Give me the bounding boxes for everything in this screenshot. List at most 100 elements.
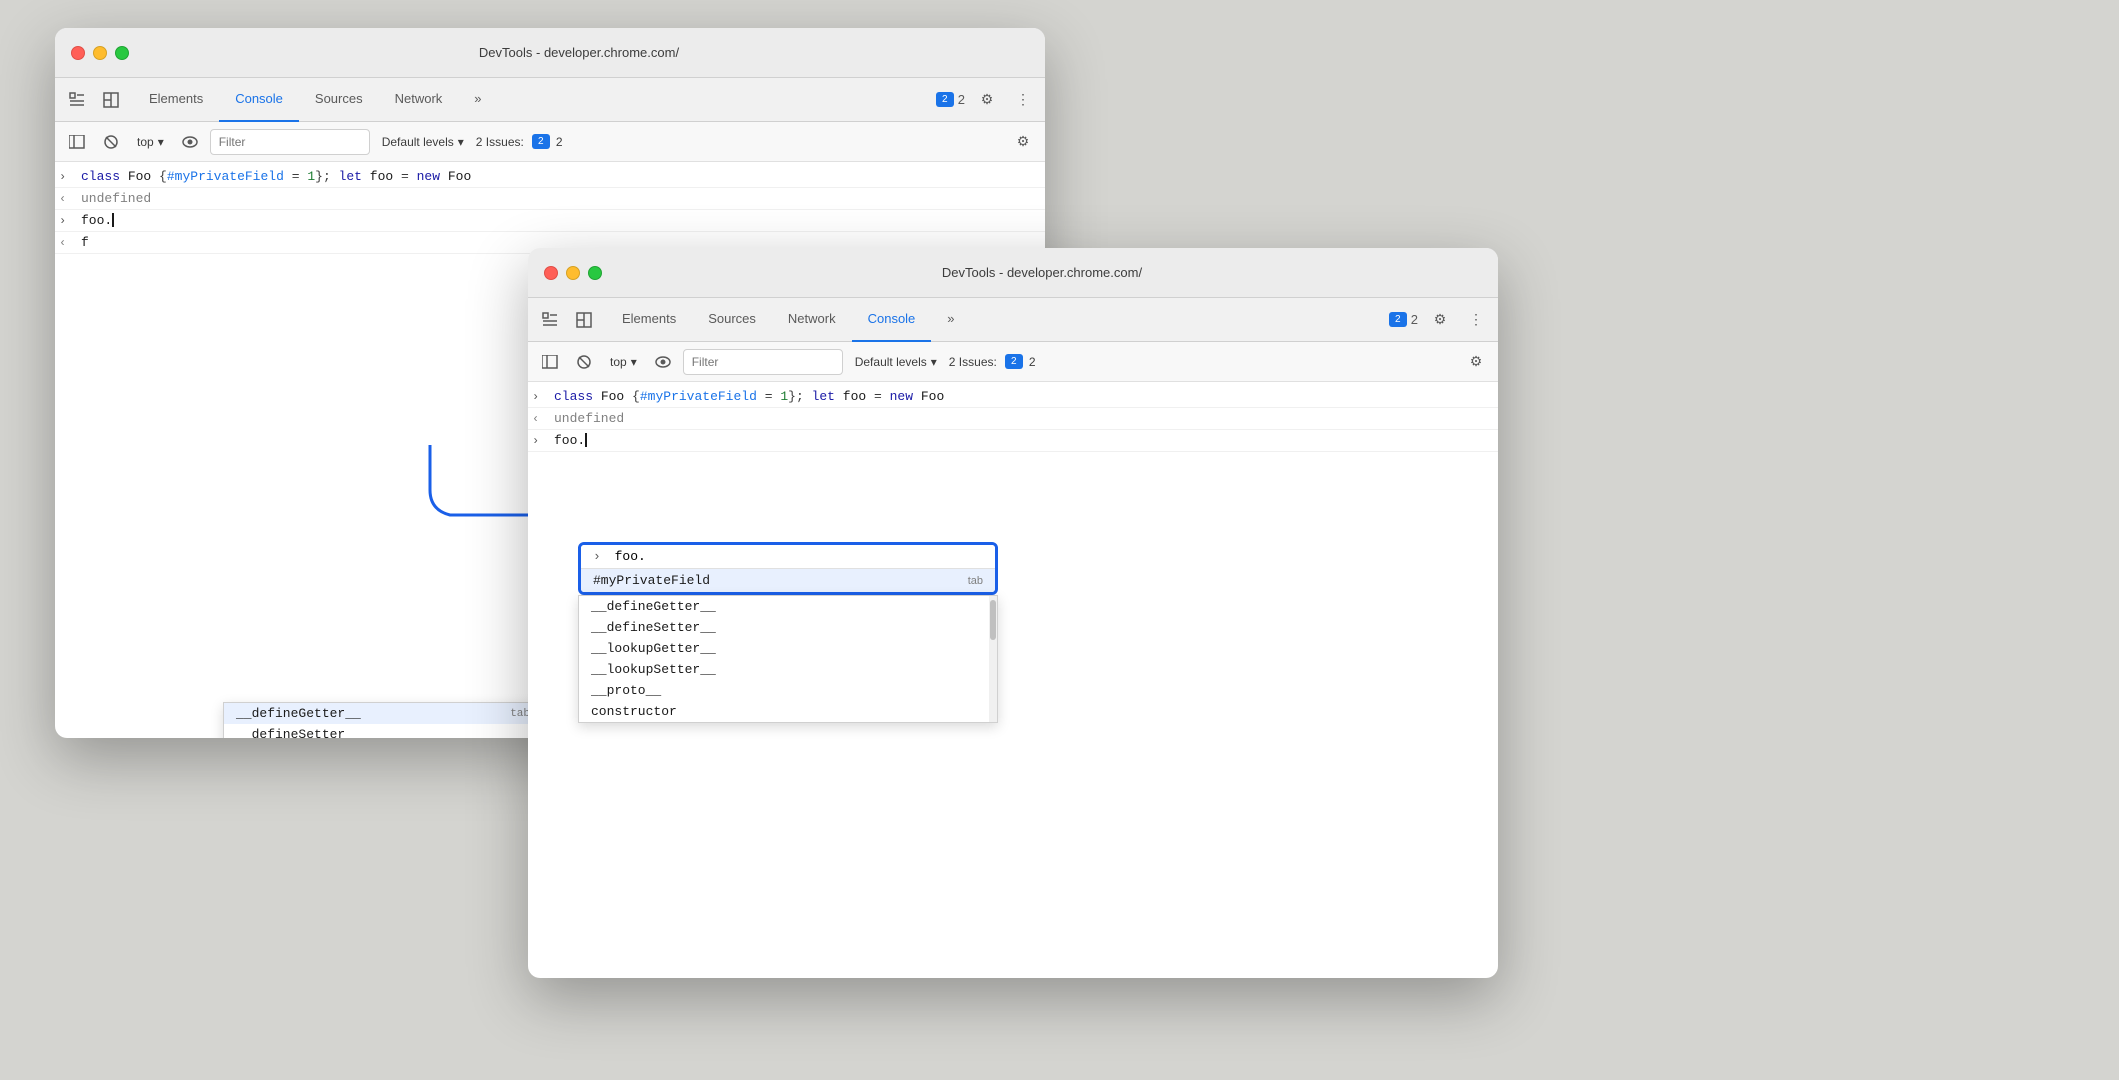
issues-badge-icon-1: 2 xyxy=(936,92,954,107)
titlebar-1: DevTools - developer.chrome.com/ xyxy=(55,28,1045,78)
console-line-w2-3: › foo. xyxy=(528,430,1498,452)
maximize-button-2[interactable] xyxy=(588,266,602,280)
issues-count-badge-1: 2 xyxy=(532,134,550,149)
ac2-item-3[interactable]: __lookupSetter__ xyxy=(579,659,997,680)
context-selector-2[interactable]: top ▾ xyxy=(604,352,643,372)
tab-network-1[interactable]: Network xyxy=(379,78,459,122)
code-text-1: class Foo {#myPrivateField = 1}; let foo… xyxy=(81,169,471,184)
default-levels-btn-2[interactable]: Default levels ▾ xyxy=(849,352,943,372)
code-text-w2-3: foo. xyxy=(554,433,587,448)
foo-dot-text: foo. xyxy=(615,549,646,564)
ac2-item-1[interactable]: __defineSetter__ xyxy=(579,617,997,638)
titlebar-2: DevTools - developer.chrome.com/ xyxy=(528,248,1498,298)
sidebar-toggle-btn-1[interactable] xyxy=(63,128,91,156)
window-title-1: DevTools - developer.chrome.com/ xyxy=(129,45,1029,60)
console-settings-btn-1[interactable]: ⚙ xyxy=(1009,128,1037,156)
tab-hint-private: tab xyxy=(968,575,983,587)
clear-console-btn-1[interactable] xyxy=(97,128,125,156)
foo-input-line[interactable]: › foo. xyxy=(581,545,995,569)
filter-input-2[interactable] xyxy=(683,349,843,375)
line-prefix-w2-2: ‹ xyxy=(532,411,548,426)
autocomplete-private-field[interactable]: #myPrivateField tab xyxy=(581,569,995,592)
layout-icon-2[interactable] xyxy=(570,306,598,334)
output-undefined-1: undefined xyxy=(81,191,151,206)
tab-bar-1: Elements Console Sources Network » 2 2 ⚙… xyxy=(55,78,1045,122)
window-title-2: DevTools - developer.chrome.com/ xyxy=(602,265,1482,280)
tab-more-1[interactable]: » xyxy=(458,78,497,122)
traffic-lights-2 xyxy=(544,266,602,280)
ac2-item-0[interactable]: __defineGetter__ xyxy=(579,596,997,617)
autocomplete-item-0[interactable]: __defineGetter__ tab xyxy=(224,703,542,724)
devtools-window-2: DevTools - developer.chrome.com/ Element… xyxy=(528,248,1498,978)
filter-input-1[interactable] xyxy=(210,129,370,155)
eye-btn-1[interactable] xyxy=(176,128,204,156)
line-prefix-w2-1: › xyxy=(532,389,548,404)
maximize-button-1[interactable] xyxy=(115,46,129,60)
line-prefix-3: › xyxy=(59,213,75,228)
line-prefix-w2-3: › xyxy=(532,433,548,448)
highlighted-autocomplete-2: › foo. #myPrivateField tab xyxy=(578,542,998,595)
sidebar-toggle-btn-2[interactable] xyxy=(536,348,564,376)
selector-icon-2[interactable] xyxy=(536,306,564,334)
console-toolbar-2: top ▾ Default levels ▾ 2 Issues: 2 2 ⚙ xyxy=(528,342,1498,382)
layout-icon[interactable] xyxy=(97,86,125,114)
autocomplete-rest-2[interactable]: __defineGetter__ __defineSetter__ __look… xyxy=(578,595,998,723)
console-line-w2-1: › class Foo {#myPrivateField = 1}; let f… xyxy=(528,386,1498,408)
autocomplete-scrollbar-2[interactable] xyxy=(989,596,997,722)
code-text-3: foo. xyxy=(81,213,114,228)
tab-elements-1[interactable]: Elements xyxy=(133,78,219,122)
context-selector-1[interactable]: top ▾ xyxy=(131,132,170,152)
minimize-button-1[interactable] xyxy=(93,46,107,60)
private-field-name: #myPrivateField xyxy=(593,573,710,588)
default-levels-btn-1[interactable]: Default levels ▾ xyxy=(376,132,470,152)
line-prefix-1: › xyxy=(59,169,75,184)
tab-console-1[interactable]: Console xyxy=(219,78,299,122)
line-prefix-2: ‹ xyxy=(59,191,75,206)
settings-icon-1[interactable]: ⚙ xyxy=(973,86,1001,114)
chevron-down-icon-3: ▾ xyxy=(631,355,637,369)
minimize-button-2[interactable] xyxy=(566,266,580,280)
ac2-item-4[interactable]: __proto__ xyxy=(579,680,997,701)
issues-count-badge-2: 2 xyxy=(1005,354,1023,369)
tab-more-2[interactable]: » xyxy=(931,298,970,342)
tab-sources-1[interactable]: Sources xyxy=(299,78,379,122)
tab-bar-icons-1 xyxy=(63,86,125,114)
tab-elements-2[interactable]: Elements xyxy=(606,298,692,342)
ac2-item-2[interactable]: __lookupGetter__ xyxy=(579,638,997,659)
console-line-w2-2: ‹ undefined xyxy=(528,408,1498,430)
close-button-2[interactable] xyxy=(544,266,558,280)
chevron-down-icon-4: ▾ xyxy=(931,355,937,369)
tab-bar-2: Elements Sources Network Console » 2 2 ⚙… xyxy=(528,298,1498,342)
console-settings-btn-2[interactable]: ⚙ xyxy=(1462,348,1490,376)
console-line-3: › foo. xyxy=(55,210,1045,232)
tab-bar-right-1: 2 2 ⚙ ⋮ xyxy=(936,86,1037,114)
issues-btn-1[interactable]: 2 Issues: 2 2 xyxy=(476,134,563,149)
selector-icon[interactable] xyxy=(63,86,91,114)
issues-tab-btn-1[interactable]: 2 2 xyxy=(936,92,965,107)
ac2-item-5[interactable]: constructor xyxy=(579,701,997,722)
clear-console-btn-2[interactable] xyxy=(570,348,598,376)
autocomplete-container-2: › foo. #myPrivateField tab __defineGette… xyxy=(578,542,998,723)
autocomplete-item-1[interactable]: __defineSetter__ xyxy=(224,724,542,738)
console-output-2: › class Foo {#myPrivateField = 1}; let f… xyxy=(528,382,1498,542)
issues-badge-icon-2: 2 xyxy=(1389,312,1407,327)
tab-network-2[interactable]: Network xyxy=(772,298,852,342)
console-line-2: ‹ undefined xyxy=(55,188,1045,210)
close-button-1[interactable] xyxy=(71,46,85,60)
issues-btn-2[interactable]: 2 Issues: 2 2 xyxy=(949,354,1036,369)
more-icon-1[interactable]: ⋮ xyxy=(1009,86,1037,114)
tab-console-2[interactable]: Console xyxy=(852,298,932,342)
tab-bar-icons-2 xyxy=(536,306,598,334)
tab-sources-2[interactable]: Sources xyxy=(692,298,772,342)
code-text-w2-1: class Foo {#myPrivateField = 1}; let foo… xyxy=(554,389,944,404)
eye-btn-2[interactable] xyxy=(649,348,677,376)
output-undefined-2: undefined xyxy=(554,411,624,426)
autocomplete-1[interactable]: __defineGetter__ tab __defineSetter__ __… xyxy=(223,702,543,738)
chevron-down-icon-2: ▾ xyxy=(458,135,464,149)
issues-tab-btn-2[interactable]: 2 2 xyxy=(1389,312,1418,327)
line-prefix-4: ‹ xyxy=(59,235,75,250)
settings-icon-2[interactable]: ⚙ xyxy=(1426,306,1454,334)
tab-bar-right-2: 2 2 ⚙ ⋮ xyxy=(1389,306,1490,334)
chevron-down-icon: ▾ xyxy=(158,135,164,149)
more-icon-2[interactable]: ⋮ xyxy=(1462,306,1490,334)
